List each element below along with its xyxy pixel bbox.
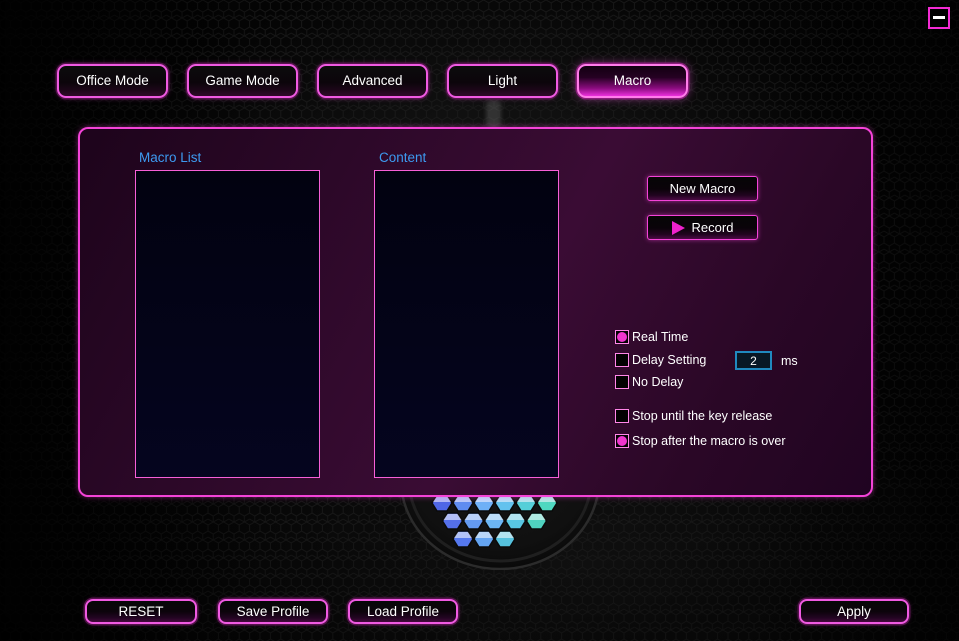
reset-button[interactable]: RESET	[85, 599, 197, 624]
delay-unit-label: ms	[781, 354, 798, 368]
mouse-cable	[486, 100, 501, 128]
macro-panel: Macro List Content New Macro Record Real…	[78, 127, 873, 497]
new-macro-label: New Macro	[669, 181, 736, 196]
new-macro-button[interactable]: New Macro	[647, 176, 758, 201]
tab-office-mode[interactable]: Office Mode	[57, 64, 168, 98]
delay-ms-input[interactable]	[735, 351, 772, 370]
radio-stop-after-macro-icon	[615, 434, 629, 448]
radio-stop-after-macro-label: Stop after the macro is over	[632, 434, 786, 448]
radio-real-time[interactable]: Real Time	[615, 329, 688, 345]
macro-list-label: Macro List	[139, 150, 202, 165]
radio-delay-setting-icon	[615, 353, 629, 367]
save-profile-button[interactable]: Save Profile	[218, 599, 328, 624]
tab-light[interactable]: Light	[447, 64, 558, 98]
record-play-icon	[671, 220, 685, 235]
macro-list-box[interactable]	[135, 170, 320, 478]
radio-stop-until-key-release-icon	[615, 409, 629, 423]
radio-stop-until-key-release-label: Stop until the key release	[632, 409, 773, 423]
app-window: Office Mode Game Mode Advanced Light Mac…	[0, 0, 959, 641]
radio-stop-until-key-release[interactable]: Stop until the key release	[615, 408, 772, 424]
record-label: Record	[691, 220, 734, 235]
tab-macro[interactable]: Macro	[577, 64, 688, 98]
radio-stop-after-macro[interactable]: Stop after the macro is over	[615, 433, 786, 449]
minimize-button[interactable]	[928, 7, 950, 29]
radio-real-time-icon	[615, 330, 629, 344]
load-profile-button[interactable]: Load Profile	[348, 599, 458, 624]
radio-no-delay[interactable]: No Delay	[615, 374, 683, 390]
radio-real-time-label: Real Time	[632, 330, 689, 344]
record-button[interactable]: Record	[647, 215, 758, 240]
content-box[interactable]	[374, 170, 559, 478]
tab-advanced[interactable]: Advanced	[317, 64, 428, 98]
radio-no-delay-icon	[615, 375, 629, 389]
radio-delay-setting-label: Delay Setting	[632, 353, 707, 367]
apply-button[interactable]: Apply	[799, 599, 909, 624]
radio-no-delay-label: No Delay	[632, 375, 684, 389]
radio-delay-setting[interactable]: Delay Setting	[615, 352, 706, 368]
tab-game-mode[interactable]: Game Mode	[187, 64, 298, 98]
minimize-icon	[933, 15, 945, 19]
content-label: Content	[379, 150, 427, 165]
